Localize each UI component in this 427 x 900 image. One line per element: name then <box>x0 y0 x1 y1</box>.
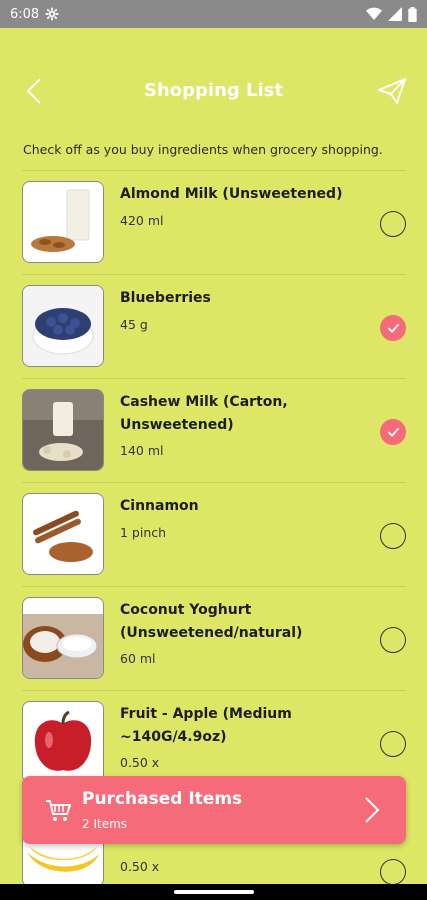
list-item: Cashew Milk (Carton, Unsweetened) 140 ml <box>22 378 406 482</box>
signal-icon <box>388 7 402 21</box>
almond-milk-image <box>22 181 104 263</box>
home-indicator[interactable] <box>174 890 254 894</box>
coconut-yoghurt-image <box>22 597 104 679</box>
item-checkbox[interactable] <box>380 419 406 445</box>
list-item: Almond Milk (Unsweetened) 420 ml <box>22 170 406 274</box>
cashew-milk-image <box>22 389 104 471</box>
purchased-title: Purchased Items <box>82 789 243 809</box>
purchased-count: 2 Items <box>82 817 128 831</box>
item-quantity: 1 pinch <box>120 525 167 540</box>
item-name: Blueberries <box>120 290 211 306</box>
list-item: Blueberries 45 g <box>22 274 406 378</box>
item-checkbox[interactable] <box>380 315 406 341</box>
list-item: Cinnamon 1 pinch <box>22 482 406 586</box>
back-icon[interactable] <box>22 76 50 106</box>
item-quantity: 60 ml <box>120 651 156 666</box>
item-name: Coconut Yoghurt (Unsweetened/natural) <box>120 602 303 641</box>
item-quantity: 420 ml <box>120 213 164 228</box>
battery-icon <box>408 6 417 22</box>
item-quantity: 0.50 x <box>120 755 160 770</box>
item-checkbox[interactable] <box>380 731 406 757</box>
purchased-items-panel[interactable]: Purchased Items 2 Items <box>22 776 406 844</box>
item-checkbox[interactable] <box>380 211 406 237</box>
navigation-bar <box>0 884 427 900</box>
item-quantity: 45 g <box>120 317 148 332</box>
instructions-text: Check off as you buy ingredients when gr… <box>23 142 383 157</box>
cart-icon <box>46 800 71 821</box>
app-header: Shopping List <box>0 60 427 120</box>
checkmark-icon <box>387 427 400 438</box>
item-checkbox[interactable] <box>380 523 406 549</box>
send-icon[interactable] <box>377 76 407 106</box>
item-quantity: 0.50 x <box>120 859 160 874</box>
apple-image <box>22 701 104 783</box>
item-quantity: 140 ml <box>120 443 164 458</box>
item-name: Cashew Milk (Carton, Unsweetened) <box>120 394 288 433</box>
page-title: Shopping List <box>143 79 283 101</box>
cinnamon-image <box>22 493 104 575</box>
checkmark-icon <box>387 323 400 334</box>
settings-icon <box>45 7 59 21</box>
list-item: Coconut Yoghurt (Unsweetened/natural) 60… <box>22 586 406 690</box>
wifi-icon <box>366 7 382 21</box>
item-name: Almond Milk (Unsweetened) <box>120 186 343 202</box>
blueberries-image <box>22 285 104 367</box>
chevron-right-icon <box>365 797 380 823</box>
item-checkbox[interactable] <box>380 859 406 884</box>
status-time: 6:08 <box>10 6 40 22</box>
item-name: Cinnamon <box>120 498 199 514</box>
item-checkbox[interactable] <box>380 627 406 653</box>
item-name: Fruit - Apple (Medium ~140G/4.9oz) <box>120 706 292 745</box>
status-bar: 6:08 <box>0 0 427 28</box>
